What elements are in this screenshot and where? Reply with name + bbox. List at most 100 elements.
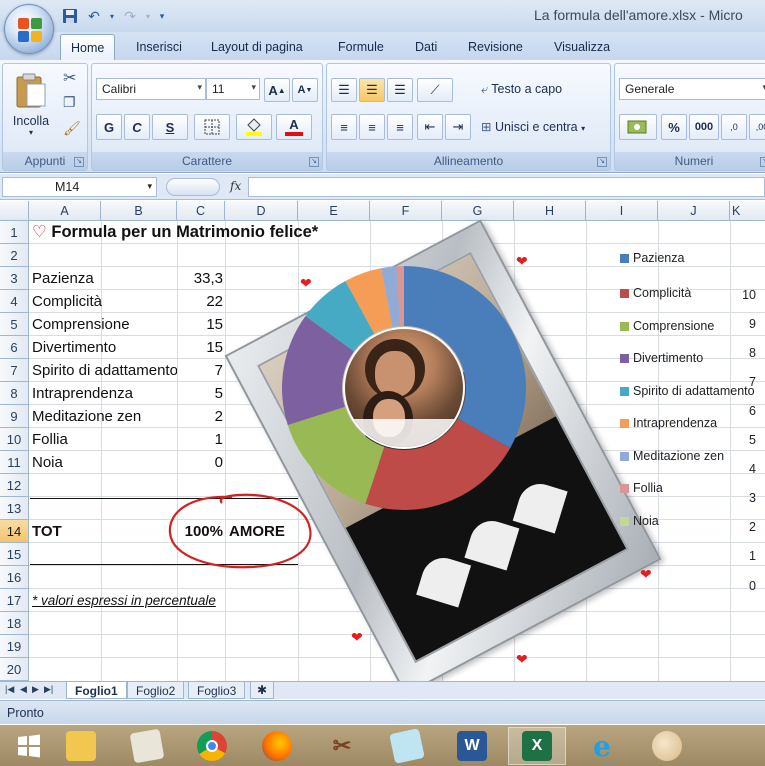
- footnote[interactable]: * valori espressi in percentuale: [32, 589, 292, 612]
- align-right-button[interactable]: ≡: [387, 114, 413, 140]
- column-header-k[interactable]: K: [730, 201, 765, 221]
- row-header-3[interactable]: 3: [0, 267, 29, 290]
- item-value[interactable]: 15: [177, 313, 223, 336]
- alignment-launcher-icon[interactable]: ↘: [597, 157, 607, 167]
- font-size-combo[interactable]: 11 ▾: [206, 78, 260, 100]
- customize-toolbar-icon[interactable]: ▾: [156, 6, 168, 26]
- row-header-10[interactable]: 10: [0, 428, 29, 451]
- row-header-11[interactable]: 11: [0, 451, 29, 474]
- font-name-combo[interactable]: Calibri ▾: [96, 78, 206, 100]
- tab-visualizza[interactable]: Visualizza: [554, 40, 610, 54]
- underline-button[interactable]: S: [152, 114, 188, 140]
- cut-icon[interactable]: ✂: [63, 68, 76, 88]
- row-header-6[interactable]: 6: [0, 336, 29, 359]
- row-header-13[interactable]: 13: [0, 497, 29, 520]
- taskbar-internet-explorer[interactable]: e: [573, 727, 631, 765]
- item-value[interactable]: 5: [177, 382, 223, 405]
- clipboard-launcher-icon[interactable]: ↘: [74, 157, 84, 167]
- formula-input[interactable]: [248, 177, 765, 197]
- percent-button[interactable]: %: [661, 114, 687, 140]
- taskbar-word[interactable]: W: [443, 727, 501, 765]
- taskbar-firefox[interactable]: [248, 727, 306, 765]
- row-header-8[interactable]: 8: [0, 382, 29, 405]
- sheet-title[interactable]: ♡ Formula per un Matrimonio felice*: [32, 221, 362, 244]
- orientation-button[interactable]: ⟋: [417, 78, 453, 102]
- taskbar-chrome[interactable]: [183, 727, 241, 765]
- start-button[interactable]: [0, 727, 58, 765]
- increase-decimal-button[interactable]: ,0: [721, 114, 747, 140]
- column-header-i[interactable]: I: [586, 201, 658, 221]
- row-header-9[interactable]: 9: [0, 405, 29, 428]
- column-header-j[interactable]: J: [658, 201, 730, 221]
- item-value[interactable]: 33,3: [177, 267, 223, 290]
- item-label[interactable]: Meditazione zen: [32, 405, 177, 428]
- grow-font-button[interactable]: A ▲: [264, 78, 290, 102]
- paste-button[interactable]: Incolla ▾: [9, 68, 53, 140]
- taskbar-notepad[interactable]: [118, 727, 176, 765]
- align-bottom-button[interactable]: ☰: [387, 78, 413, 102]
- item-label[interactable]: Comprensione: [32, 313, 177, 336]
- next-sheet-icon[interactable]: ▶: [32, 684, 39, 695]
- row-header-17[interactable]: 17: [0, 589, 29, 612]
- item-label[interactable]: Spirito di adattamento: [32, 359, 177, 382]
- redo-icon[interactable]: ↷: [120, 6, 140, 26]
- align-top-button[interactable]: ☰: [331, 78, 357, 102]
- row-header-16[interactable]: 16: [0, 566, 29, 589]
- item-label[interactable]: Intraprendenza: [32, 382, 177, 405]
- insert-sheet-icon[interactable]: ✱: [250, 682, 275, 699]
- taskbar-file-explorer[interactable]: [52, 727, 110, 765]
- item-value[interactable]: 2: [177, 405, 223, 428]
- column-header-d[interactable]: D: [225, 201, 298, 221]
- column-header-f[interactable]: F: [370, 201, 442, 221]
- sheet-tab-foglio3[interactable]: Foglio3: [188, 682, 246, 699]
- prev-sheet-icon[interactable]: ◀: [20, 684, 27, 695]
- number-format-combo[interactable]: Generale ▾: [619, 78, 765, 100]
- align-left-button[interactable]: ≡: [331, 114, 357, 140]
- bold-button[interactable]: G: [96, 114, 122, 140]
- item-label[interactable]: Divertimento: [32, 336, 177, 359]
- item-label[interactable]: Complicità: [32, 290, 177, 313]
- merge-center-button[interactable]: ⊞ Unisci e centra ▾: [481, 119, 585, 134]
- borders-button[interactable]: [194, 114, 230, 140]
- first-sheet-icon[interactable]: |◀: [5, 684, 14, 695]
- undo-icon[interactable]: ↶: [84, 6, 104, 26]
- tab-layout[interactable]: Layout di pagina: [211, 40, 303, 54]
- row-header-14[interactable]: 14: [0, 520, 29, 543]
- insert-function-icon[interactable]: fx: [230, 179, 241, 193]
- tab-formule[interactable]: Formule: [338, 40, 384, 54]
- column-header-h[interactable]: H: [514, 201, 586, 221]
- font-color-button[interactable]: A: [276, 114, 312, 140]
- item-label[interactable]: Pazienza: [32, 267, 177, 290]
- redo-dropdown-icon[interactable]: ▾: [144, 6, 152, 26]
- row-header-2[interactable]: 2: [0, 244, 29, 267]
- item-value[interactable]: 7: [177, 359, 223, 382]
- currency-button[interactable]: [619, 114, 657, 140]
- item-value[interactable]: 1: [177, 428, 223, 451]
- row-header-4[interactable]: 4: [0, 290, 29, 313]
- row-header-1[interactable]: 1: [0, 221, 29, 244]
- row-header-15[interactable]: 15: [0, 543, 29, 566]
- column-header-e[interactable]: E: [298, 201, 370, 221]
- fill-color-button[interactable]: [236, 114, 272, 140]
- name-box[interactable]: M14 ▾: [2, 177, 157, 197]
- paste-dropdown-icon[interactable]: ▾: [29, 128, 33, 137]
- align-center-button[interactable]: ≡: [359, 114, 385, 140]
- taskbar-notes[interactable]: [378, 727, 436, 765]
- number-launcher-icon[interactable]: ↘: [760, 157, 765, 167]
- column-header-g[interactable]: G: [442, 201, 514, 221]
- row-header-7[interactable]: 7: [0, 359, 29, 382]
- decrease-decimal-button[interactable]: ,00: [749, 114, 765, 140]
- row-header-19[interactable]: 19: [0, 635, 29, 658]
- tab-inserisci[interactable]: Inserisci: [136, 40, 182, 54]
- undo-dropdown-icon[interactable]: ▾: [108, 6, 116, 26]
- thousands-button[interactable]: 000: [689, 114, 719, 140]
- save-icon[interactable]: [60, 6, 80, 26]
- row-header-5[interactable]: 5: [0, 313, 29, 336]
- taskbar-paint-tool[interactable]: ✂: [313, 727, 371, 765]
- taskbar-excel[interactable]: X: [508, 727, 566, 765]
- sheet-tab-foglio1[interactable]: Foglio1: [66, 682, 127, 699]
- format-painter-icon[interactable]: 🖌: [63, 120, 81, 137]
- office-button[interactable]: [4, 4, 54, 54]
- shrink-font-button[interactable]: A ▼: [292, 78, 318, 102]
- wrap-text-button[interactable]: ⤶ Testo a capo: [481, 82, 562, 97]
